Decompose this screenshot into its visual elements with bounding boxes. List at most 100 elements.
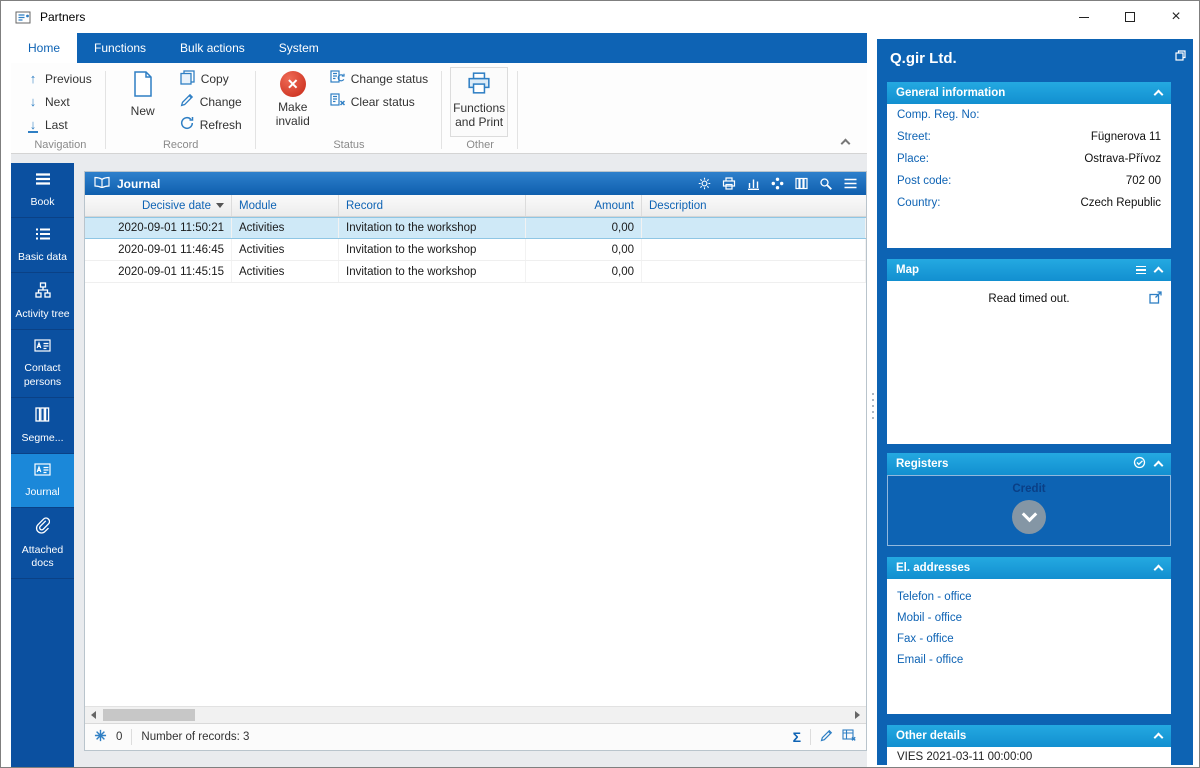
detach-panel-icon[interactable] — [1175, 48, 1186, 66]
tab-functions[interactable]: Functions — [77, 33, 163, 63]
horizontal-scrollbar[interactable] — [85, 706, 866, 723]
section-header-other-details[interactable]: Other details — [887, 725, 1171, 747]
scrollbar-thumb[interactable] — [103, 709, 195, 721]
external-link-icon[interactable] — [1149, 291, 1162, 309]
section-header-map[interactable]: Map — [887, 259, 1171, 281]
chart-icon[interactable] — [747, 177, 760, 190]
close-icon: × — [1171, 8, 1181, 25]
column-header-record[interactable]: Record — [339, 195, 526, 216]
functions-and-print-button[interactable]: Functions and Print — [450, 67, 509, 137]
register-credit-button[interactable] — [1012, 500, 1046, 534]
tab-home[interactable]: Home — [11, 33, 78, 63]
section-header-general-information[interactable]: General information — [887, 82, 1171, 104]
tab-system[interactable]: System — [262, 33, 336, 63]
maximize-icon — [1125, 12, 1135, 22]
ribbon-group-other: Functions and Print Other — [442, 65, 519, 153]
sidebar-item-activity-tree[interactable]: Activity tree — [11, 273, 74, 331]
scroll-right-button[interactable] — [849, 707, 866, 723]
next-button[interactable]: ↓ Next — [23, 90, 96, 113]
grid-edit-icon[interactable] — [842, 729, 857, 745]
paperclip-icon — [35, 517, 51, 539]
change-status-button[interactable]: Change status — [326, 67, 432, 90]
triangle-right-icon — [855, 711, 860, 719]
chevron-up-icon[interactable] — [1153, 266, 1164, 277]
el-address-link-mobil[interactable]: Mobil - office — [887, 607, 1171, 628]
el-address-link-email[interactable]: Email - office — [887, 649, 1171, 670]
book-icon — [35, 172, 51, 191]
chevron-up-icon[interactable] — [1153, 564, 1164, 575]
new-button[interactable]: New — [114, 67, 172, 137]
panel-splitter[interactable] — [869, 371, 877, 441]
record-count-label: Number of records: 3 — [141, 731, 250, 743]
window-title: Partners — [40, 10, 86, 24]
journal-card-icon — [34, 463, 51, 481]
sidebar-item-journal[interactable]: Journal — [11, 453, 74, 508]
section-header-registers[interactable]: Registers — [887, 453, 1171, 475]
chevron-up-icon[interactable] — [1153, 89, 1164, 100]
divider — [131, 729, 133, 745]
chevron-up-icon[interactable] — [1153, 460, 1164, 471]
app-icon — [15, 11, 31, 24]
table-row[interactable]: 2020-09-01 11:46:45 Activities Invitatio… — [85, 239, 866, 261]
el-addresses-content: Telefon - office Mobil - office Fax - of… — [887, 579, 1171, 714]
ribbon-group-record: New Copy Change Refresh Record — [106, 65, 256, 153]
clear-status-button[interactable]: Clear status — [326, 90, 432, 113]
column-header-description[interactable]: Description — [642, 195, 866, 216]
print-icon[interactable] — [722, 177, 736, 190]
refresh-button[interactable]: Refresh — [176, 113, 246, 136]
scroll-left-button[interactable] — [85, 707, 102, 723]
copy-icon — [180, 69, 195, 88]
workspace: Book Basic data Activity tree Contact pe… — [11, 154, 867, 767]
close-button[interactable]: × — [1153, 1, 1199, 33]
tab-bulk-actions[interactable]: Bulk actions — [163, 33, 262, 63]
make-invalid-button[interactable]: ✕ Make invalid — [264, 67, 322, 137]
sidebar: Book Basic data Activity tree Contact pe… — [11, 163, 74, 767]
el-address-link-telefon[interactable]: Telefon - office — [887, 586, 1171, 607]
change-button[interactable]: Change — [176, 90, 246, 113]
previous-button[interactable]: ↑ Previous — [23, 67, 96, 90]
settings-gear-icon[interactable] — [698, 177, 711, 190]
sidebar-item-attached-docs[interactable]: Attached docs — [11, 508, 74, 580]
check-circle-icon[interactable] — [1133, 456, 1146, 472]
info-row: Post code: 702 00 — [897, 175, 1161, 187]
table-empty-area — [85, 283, 866, 706]
asterisk-icon[interactable] — [94, 729, 107, 745]
table-row[interactable]: 2020-09-01 11:45:15 Activities Invitatio… — [85, 261, 866, 283]
journal-statusbar: 0 Number of records: 3 Σ — [85, 723, 866, 750]
sidebar-item-segments[interactable]: Segme... — [11, 398, 74, 454]
ribbon: ↑ Previous ↓ Next ↓ Last Navigation New … — [11, 63, 867, 154]
table-header: Decisive date Module Record Amount Descr… — [85, 195, 866, 217]
ribbon-group-navigation: ↑ Previous ↓ Next ↓ Last Navigation — [15, 65, 106, 153]
divider — [810, 729, 811, 745]
table-row[interactable]: 2020-09-01 11:50:21 Activities Invitatio… — [85, 217, 866, 239]
maximize-button[interactable] — [1107, 1, 1153, 33]
copy-button[interactable]: Copy — [176, 67, 246, 90]
edit-pencil-icon[interactable] — [820, 729, 833, 745]
detail-panel: Q.gir Ltd. General information Comp. Reg… — [877, 39, 1193, 765]
chevron-up-icon[interactable] — [1153, 732, 1164, 743]
column-header-amount[interactable]: Amount — [526, 195, 642, 216]
collapse-ribbon-button[interactable] — [837, 135, 853, 148]
ribbon-tabbar: Home Functions Bulk actions System — [11, 33, 867, 63]
sidebar-item-contact-persons[interactable]: Contact persons — [11, 330, 74, 398]
last-button[interactable]: ↓ Last — [23, 113, 96, 136]
search-settings-icon[interactable] — [819, 177, 833, 191]
sidebar-item-book[interactable]: Book — [11, 163, 74, 219]
titlebar: Partners × — [1, 1, 1199, 33]
sidebar-item-basic-data[interactable]: Basic data — [11, 218, 74, 274]
column-header-module[interactable]: Module — [232, 195, 339, 216]
sum-button[interactable]: Σ — [793, 729, 801, 745]
clear-status-icon — [330, 93, 345, 110]
column-header-decisive-date[interactable]: Decisive date — [85, 195, 232, 216]
minimize-button[interactable] — [1061, 1, 1107, 33]
map-menu-icon[interactable] — [1136, 265, 1146, 275]
section-header-el-addresses[interactable]: El. addresses — [887, 557, 1171, 579]
open-book-icon — [94, 175, 110, 193]
el-address-link-fax[interactable]: Fax - office — [887, 628, 1171, 649]
related-records-icon[interactable] — [771, 177, 784, 190]
menu-icon[interactable] — [844, 178, 857, 189]
contact-card-icon — [34, 339, 51, 357]
pencil-icon — [180, 93, 194, 110]
columns-icon[interactable] — [795, 177, 808, 190]
group-label-other: Other — [466, 139, 494, 151]
